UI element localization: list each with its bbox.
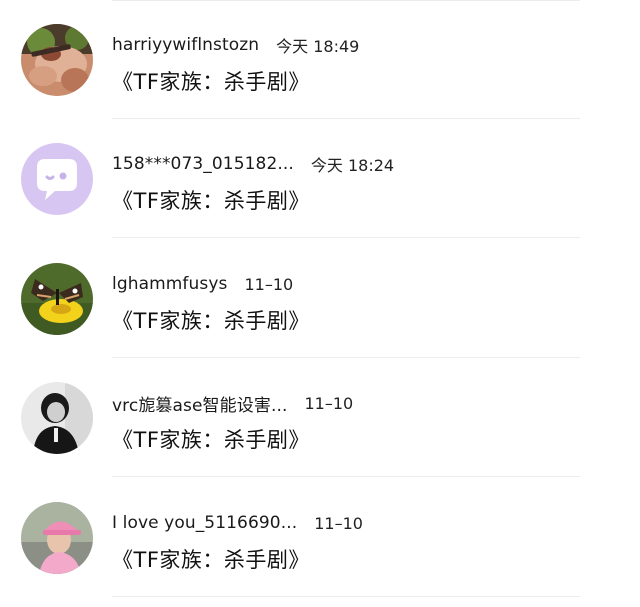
avatar[interactable] [21, 502, 93, 574]
chat-bubble-icon [21, 143, 93, 215]
message-meta: 158***073_015182... 今天 18:24 [112, 153, 394, 175]
message-meta: lghammfusys 11–10 [112, 273, 293, 295]
message-meta: harriyywiflnstozn 今天 18:49 [112, 34, 359, 56]
divider [112, 237, 580, 238]
list-item[interactable]: I love you_5116690... 11–10 《TF家族：杀手剧》 [0, 478, 640, 597]
message-title: 《TF家族：杀手剧》 [112, 70, 310, 94]
message-time: 今天 18:49 [276, 37, 360, 56]
message-time: 11–10 [304, 393, 354, 413]
avatar[interactable] [21, 382, 93, 454]
list-item[interactable]: 158***073_015182... 今天 18:24 《TF家族：杀手剧》 [0, 119, 640, 238]
message-list: harriyywiflnstozn 今天 18:49 《TF家族：杀手剧》 15… [0, 0, 640, 607]
message-title: 《TF家族：杀手剧》 [112, 189, 310, 213]
list-item[interactable]: harriyywiflnstozn 今天 18:49 《TF家族：杀手剧》 [0, 0, 640, 119]
message-meta: I love you_5116690... 11–10 [112, 512, 363, 534]
sender-name: I love you_5116690... [112, 513, 298, 533]
divider [112, 596, 580, 597]
sender-name: vrc旎篡ase智能设害... [112, 395, 288, 416]
butterfly-icon [21, 263, 93, 335]
person-pink-cap-icon [21, 502, 93, 574]
avatar[interactable] [21, 143, 93, 215]
avatar-photo-icon [21, 24, 93, 96]
sender-name: harriyywiflnstozn [112, 35, 260, 55]
avatar[interactable] [21, 263, 93, 335]
message-title: 《TF家族：杀手剧》 [112, 309, 310, 333]
sender-name: 158***073_015182... [112, 154, 294, 174]
message-time: 11–10 [244, 274, 294, 294]
person-icon [21, 382, 93, 454]
message-title: 《TF家族：杀手剧》 [112, 428, 310, 452]
divider [112, 476, 580, 477]
avatar[interactable] [21, 24, 93, 96]
message-title: 《TF家族：杀手剧》 [112, 548, 310, 572]
message-time: 今天 18:24 [310, 156, 395, 175]
message-time: 11–10 [314, 513, 363, 533]
list-item[interactable]: vrc旎篡ase智能设害... 11–10 《TF家族：杀手剧》 [0, 358, 640, 477]
message-meta: vrc旎篡ase智能设害... 11–10 [112, 392, 354, 416]
list-item[interactable]: lghammfusys 11–10 《TF家族：杀手剧》 [0, 239, 640, 358]
sender-name: lghammfusys [112, 274, 228, 294]
